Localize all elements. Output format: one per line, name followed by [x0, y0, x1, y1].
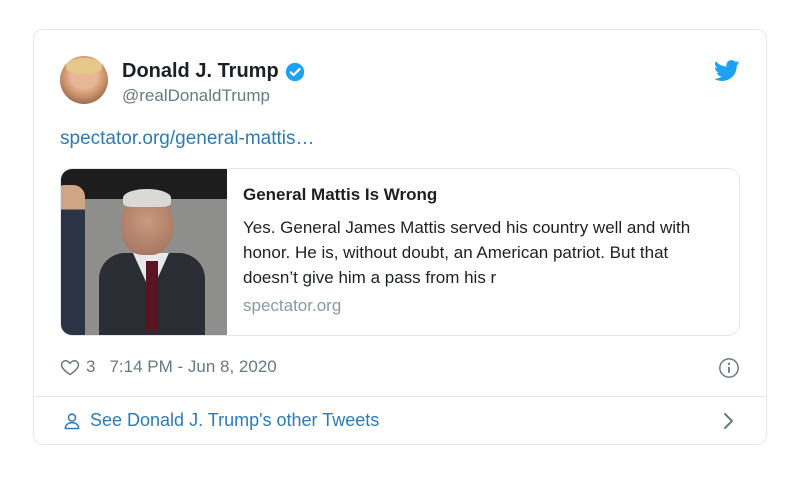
tweet-url-link[interactable]: spectator.org/general-mattis… — [60, 128, 315, 150]
author-name[interactable]: Donald J. Trump — [122, 60, 279, 83]
author-handle[interactable]: @realDonaldTrump — [122, 86, 270, 106]
preview-text: General Mattis Is Wrong Yes. General Jam… — [243, 185, 723, 316]
info-icon[interactable] — [718, 357, 740, 379]
preview-title: General Mattis Is Wrong — [243, 185, 438, 204]
tweet-meta: 3 7:14 PM - Jun 8, 2020 — [60, 357, 277, 377]
twitter-bird-icon[interactable] — [714, 60, 740, 82]
heart-icon[interactable] — [60, 357, 80, 377]
chevron-right-icon[interactable] — [722, 410, 736, 432]
tweet-embed-card: Donald J. Trump @realDonaldTrump spectat… — [33, 29, 767, 445]
other-tweets-link[interactable]: See Donald J. Trump's other Tweets — [62, 410, 379, 431]
author-name-row[interactable]: Donald J. Trump — [122, 60, 305, 83]
author-avatar[interactable] — [60, 56, 108, 104]
like-count[interactable]: 3 — [86, 357, 95, 377]
thumb-tie — [146, 261, 158, 331]
verified-badge-icon — [285, 62, 304, 81]
thumb-bg-person — [61, 185, 85, 335]
footer-divider — [34, 396, 766, 397]
preview-domain: spectator.org — [243, 296, 342, 315]
other-tweets-label[interactable]: See Donald J. Trump's other Tweets — [90, 410, 379, 431]
preview-description: Yes. General James Mattis served his cou… — [243, 218, 691, 287]
person-icon — [64, 412, 80, 429]
thumb-hair — [123, 189, 171, 207]
link-preview-card[interactable]: General Mattis Is Wrong Yes. General Jam… — [60, 168, 740, 336]
avatar-hair — [66, 58, 102, 74]
tweet-timestamp[interactable]: 7:14 PM - Jun 8, 2020 — [109, 357, 276, 377]
preview-thumbnail — [61, 169, 227, 335]
